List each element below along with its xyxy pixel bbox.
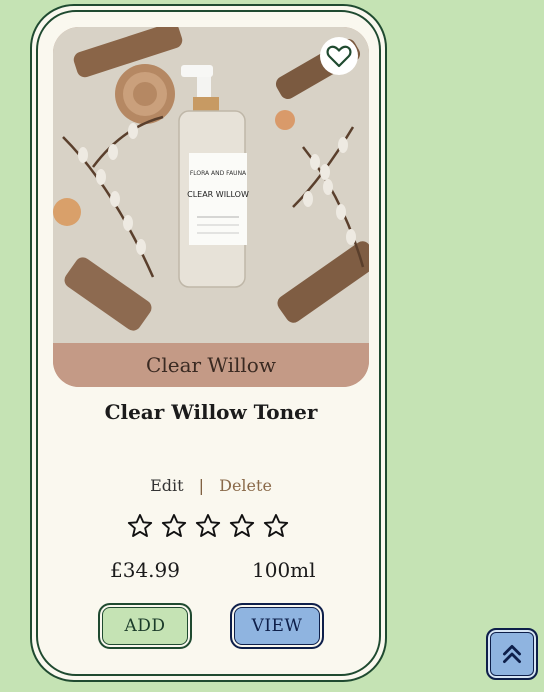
favorite-button[interactable] [320, 37, 358, 75]
product-image[interactable]: FLORA AND FAUNA CLEAR WILLOW Clear Willo… [53, 27, 369, 387]
heart-outline-icon [326, 45, 352, 68]
product-actions: Edit | Delete [53, 476, 369, 495]
star-outline-icon[interactable] [160, 512, 188, 540]
rating-stars[interactable] [126, 512, 290, 540]
star-outline-icon[interactable] [126, 512, 154, 540]
star-outline-icon[interactable] [194, 512, 222, 540]
add-to-bag-button[interactable]: ADD [98, 603, 192, 649]
edit-link[interactable]: Edit [150, 476, 183, 495]
star-outline-icon[interactable] [228, 512, 256, 540]
product-caption: Clear Willow [53, 343, 369, 387]
action-separator: | [198, 476, 205, 495]
star-outline-icon[interactable] [262, 512, 290, 540]
product-title: Clear Willow Toner [104, 400, 318, 424]
product-photo: FLORA AND FAUNA CLEAR WILLOW [53, 27, 369, 343]
double-chevron-up-icon [503, 645, 521, 663]
bottle-brand: FLORA AND FAUNA [190, 170, 247, 177]
scroll-to-top-button[interactable] [486, 628, 538, 680]
delete-link[interactable]: Delete [219, 476, 272, 495]
product-size: 100ml [252, 558, 316, 582]
bottle-name: CLEAR WILLOW [187, 190, 249, 199]
product-price: £34.99 [110, 558, 180, 582]
view-product-button[interactable]: VIEW [230, 603, 324, 649]
